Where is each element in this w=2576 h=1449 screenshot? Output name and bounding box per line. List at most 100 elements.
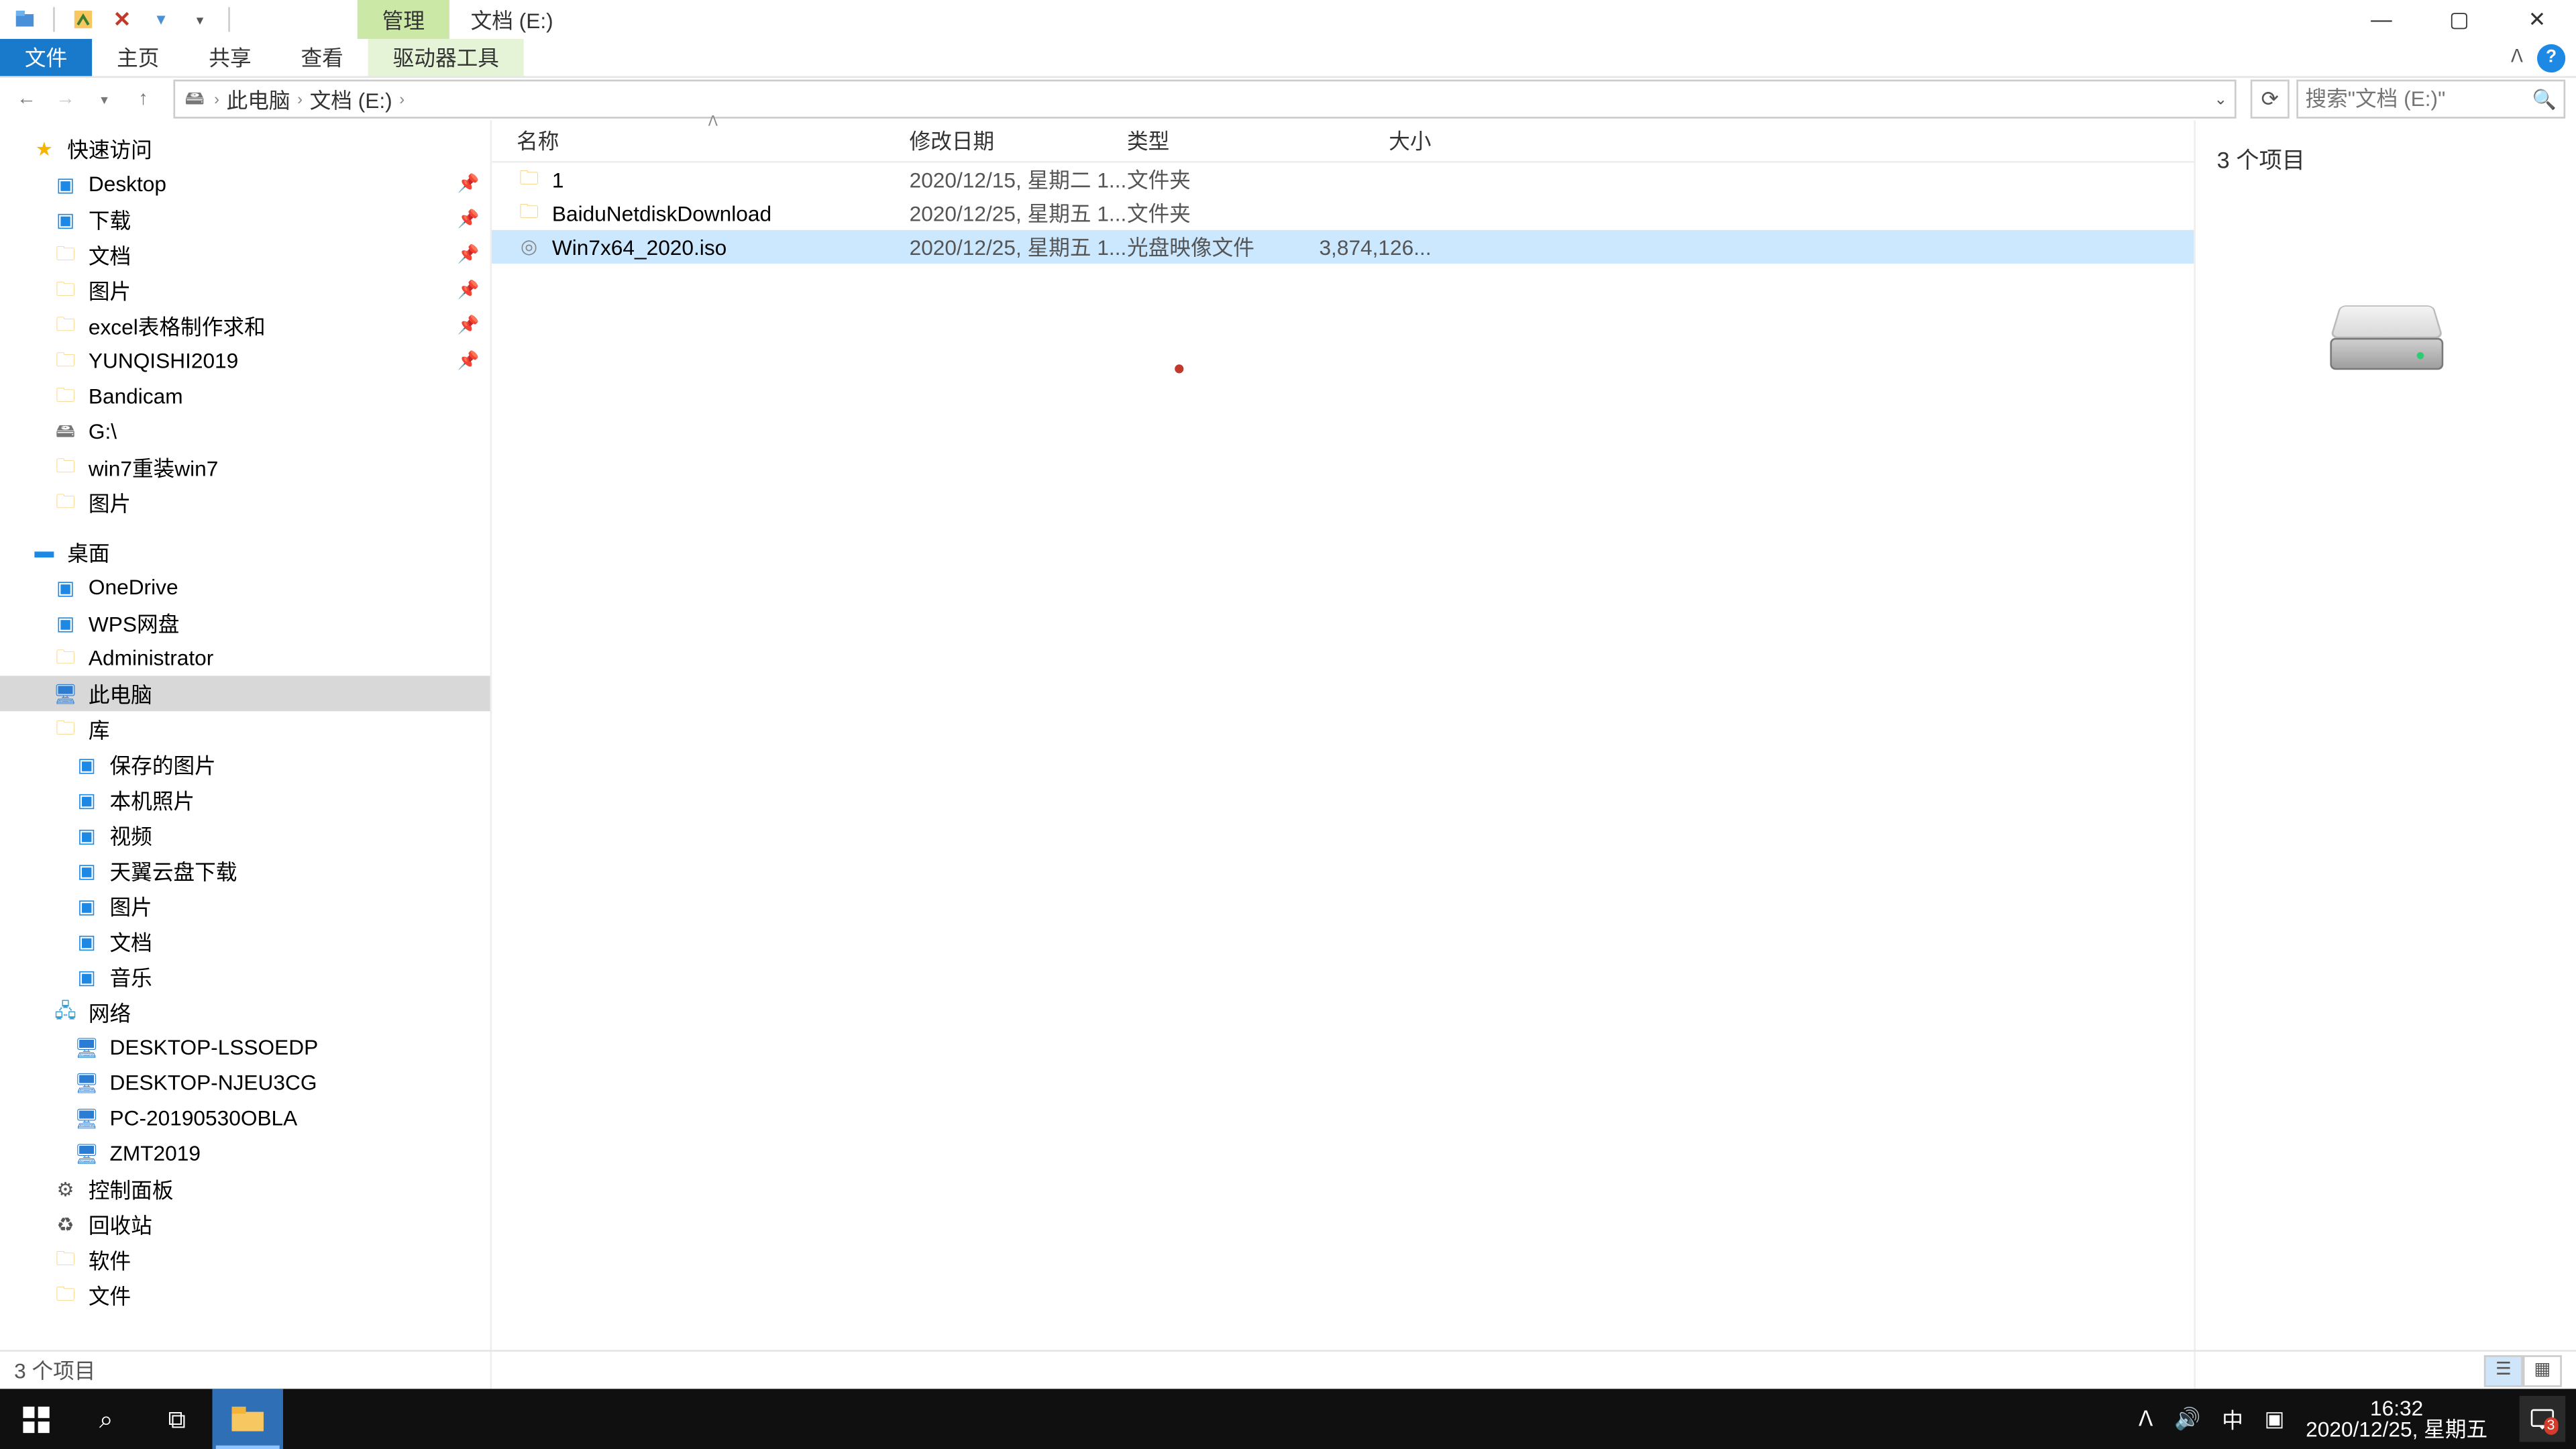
nav-quick-item[interactable]: ▣下载📌 [0,202,490,237]
nav-quick-item[interactable]: 🗀Bandicam [0,378,490,414]
nav-library-item[interactable]: ▣天翼云盘下载 [0,853,490,888]
tray-app-icon[interactable]: ▣ [2265,1407,2285,1432]
help-icon[interactable]: ? [2537,44,2565,72]
nav-library-item[interactable]: ▣视频 [0,817,490,853]
tray-overflow-icon[interactable]: ᐱ [2139,1407,2153,1432]
pc-icon: 🖥 [74,1141,99,1166]
nav-network-pc[interactable]: 🖥 ZMT2019 [0,1136,490,1171]
nav-desktop-root[interactable]: ▬桌面 [0,534,490,570]
nav-label: ZMT2019 [110,1141,201,1166]
qat-dropdown-icon[interactable]: ▾ [186,5,214,34]
nav-item[interactable]: 🗀软件 [0,1242,490,1277]
details-view-button[interactable]: ☰ [2484,1354,2523,1386]
column-type[interactable]: 类型 [1127,125,1307,156]
quick-access-toolbar: ✕ ▾ ▾ [0,0,233,39]
nav-quick-item[interactable]: 🗀excel表格制作求和📌 [0,308,490,343]
address-history-icon[interactable]: ⌄ [2214,89,2228,109]
close-button[interactable]: ✕ [2498,0,2576,39]
navigation-pane[interactable]: ★快速访问 ▣Desktop📌▣下载📌🗀文档📌🗀图片📌🗀excel表格制作求和📌… [0,120,492,1389]
nav-quick-item[interactable]: 🗀YUNQISHI2019📌 [0,343,490,379]
file-list[interactable]: 名称ᐱ 修改日期 类型 大小 🗀12020/12/15, 星期二 1...文件夹… [492,120,2194,1389]
nav-network-pc[interactable]: 🖥DESKTOP-NJEU3CG [0,1065,490,1101]
forward-button[interactable]: → [50,83,81,115]
nav-label: 图片 [110,891,152,921]
volume-icon[interactable]: 🔊 [2174,1407,2200,1432]
nav-desktop-item[interactable]: 🗀Administrator [0,641,490,676]
column-date[interactable]: 修改日期 [910,125,1127,156]
nav-desktop-item[interactable]: ▣WPS网盘 [0,605,490,641]
ribbon-collapse-icon[interactable]: ᐱ [2511,48,2523,67]
file-date: 2020/12/15, 星期二 1... [910,164,1127,195]
nav-quick-item[interactable]: 🗀图片 [0,485,490,521]
nav-label: 库 [89,714,110,744]
nav-desktop-item[interactable]: ▣OneDrive [0,570,490,605]
network-icon: 🖧 [53,1000,78,1024]
breadcrumb-this-pc[interactable]: 此电脑 [227,84,290,114]
tab-file[interactable]: 文件 [0,39,92,76]
tab-share[interactable]: 共享 [184,39,276,76]
breadcrumb-current[interactable]: 文档 (E:) [310,84,392,114]
column-size[interactable]: 大小 [1307,125,1432,156]
nav-quick-item[interactable]: 🗀win7重装win7 [0,449,490,485]
nav-item[interactable]: ♻回收站 [0,1207,490,1242]
nav-label: 软件 [89,1244,131,1275]
search-icon[interactable]: 🔍 [2532,88,2557,111]
nav-item[interactable]: ⚙控制面板 [0,1171,490,1207]
maximize-button[interactable]: ▢ [2420,0,2498,39]
chevron-right-icon[interactable]: › [297,91,303,108]
nav-network[interactable]: 🖧网络 [0,994,490,1030]
start-button[interactable] [0,1389,70,1449]
file-row[interactable]: 🗀BaiduNetdiskDownload2020/12/25, 星期五 1..… [492,197,2194,230]
icons-view-button[interactable]: ▦ [2523,1354,2562,1386]
app-icon[interactable] [11,5,39,34]
nav-quick-item[interactable]: 🗀图片📌 [0,272,490,308]
context-tab-manage[interactable]: 管理 [358,0,449,39]
tab-home[interactable]: 主页 [92,39,184,76]
nav-desktop-item[interactable]: 🗀库 [0,711,490,747]
nav-library-item[interactable]: ▣音乐 [0,959,490,994]
column-name[interactable]: 名称ᐱ [517,125,909,156]
file-row[interactable]: 🗀12020/12/15, 星期二 1...文件夹 [492,163,2194,197]
nav-library-item[interactable]: ▣文档 [0,924,490,959]
properties-icon[interactable] [69,5,97,34]
nav-network-pc[interactable]: 🖥PC-20190530OBLA [0,1100,490,1136]
notification-badge: 3 [2543,1417,2558,1435]
window-title: 文档 (E:) [449,5,574,35]
nav-network-pc[interactable]: 🖥DESKTOP-LSSOEDP [0,1030,490,1065]
recent-dropdown[interactable]: ▾ [89,83,120,115]
nav-label: PC-20190530OBLA [110,1106,298,1130]
back-button[interactable]: ← [11,83,42,115]
search-box[interactable]: 🔍 [2296,80,2565,119]
recycle-icon: ♻ [53,1212,78,1237]
chevron-right-icon[interactable]: › [214,91,219,108]
delete-icon[interactable]: ✕ [108,5,136,34]
action-center-button[interactable]: 3 [2520,1396,2566,1442]
rename-icon[interactable]: ▾ [147,5,175,34]
refresh-button[interactable]: ⟳ [2251,80,2290,119]
nav-item[interactable]: 🗀文件 [0,1277,490,1313]
task-view-button[interactable]: ⧉ [142,1389,212,1449]
address-bar[interactable]: 🖴 › 此电脑 › 文档 (E:) › ⌄ [173,80,2236,119]
tab-view[interactable]: 查看 [276,39,368,76]
star-icon: ★ [32,136,56,161]
nav-quick-item[interactable]: ▣Desktop📌 [0,166,490,202]
nav-label: 文档 [89,239,131,270]
taskbar-clock[interactable]: 16:32 2020/12/25, 星期五 [2306,1398,2487,1440]
tab-drive-tools[interactable]: 驱动器工具 [368,39,524,76]
file-explorer-taskbar-button[interactable] [212,1389,282,1449]
nav-quick-item[interactable]: 🖴G:\ [0,414,490,449]
minimize-button[interactable]: — [2343,0,2420,39]
search-button[interactable]: ⌕ [70,1389,141,1449]
ime-indicator[interactable]: 中 [2222,1404,2243,1434]
nav-quick-item[interactable]: 🗀文档📌 [0,237,490,272]
folder-icon: 🗀 [53,384,78,409]
nav-desktop-item[interactable]: 🖥此电脑 [0,676,490,711]
up-button[interactable]: ↑ [127,83,159,115]
nav-library-item[interactable]: ▣图片 [0,888,490,924]
nav-quick-access[interactable]: ★快速访问 [0,131,490,166]
nav-library-item[interactable]: ▣本机照片 [0,782,490,818]
file-row[interactable]: ◎Win7x64_2020.iso2020/12/25, 星期五 1...光盘映… [492,230,2194,264]
chevron-right-icon[interactable]: › [399,91,405,108]
nav-library-item[interactable]: ▣保存的图片 [0,747,490,782]
library-icon: ▣ [74,752,99,777]
